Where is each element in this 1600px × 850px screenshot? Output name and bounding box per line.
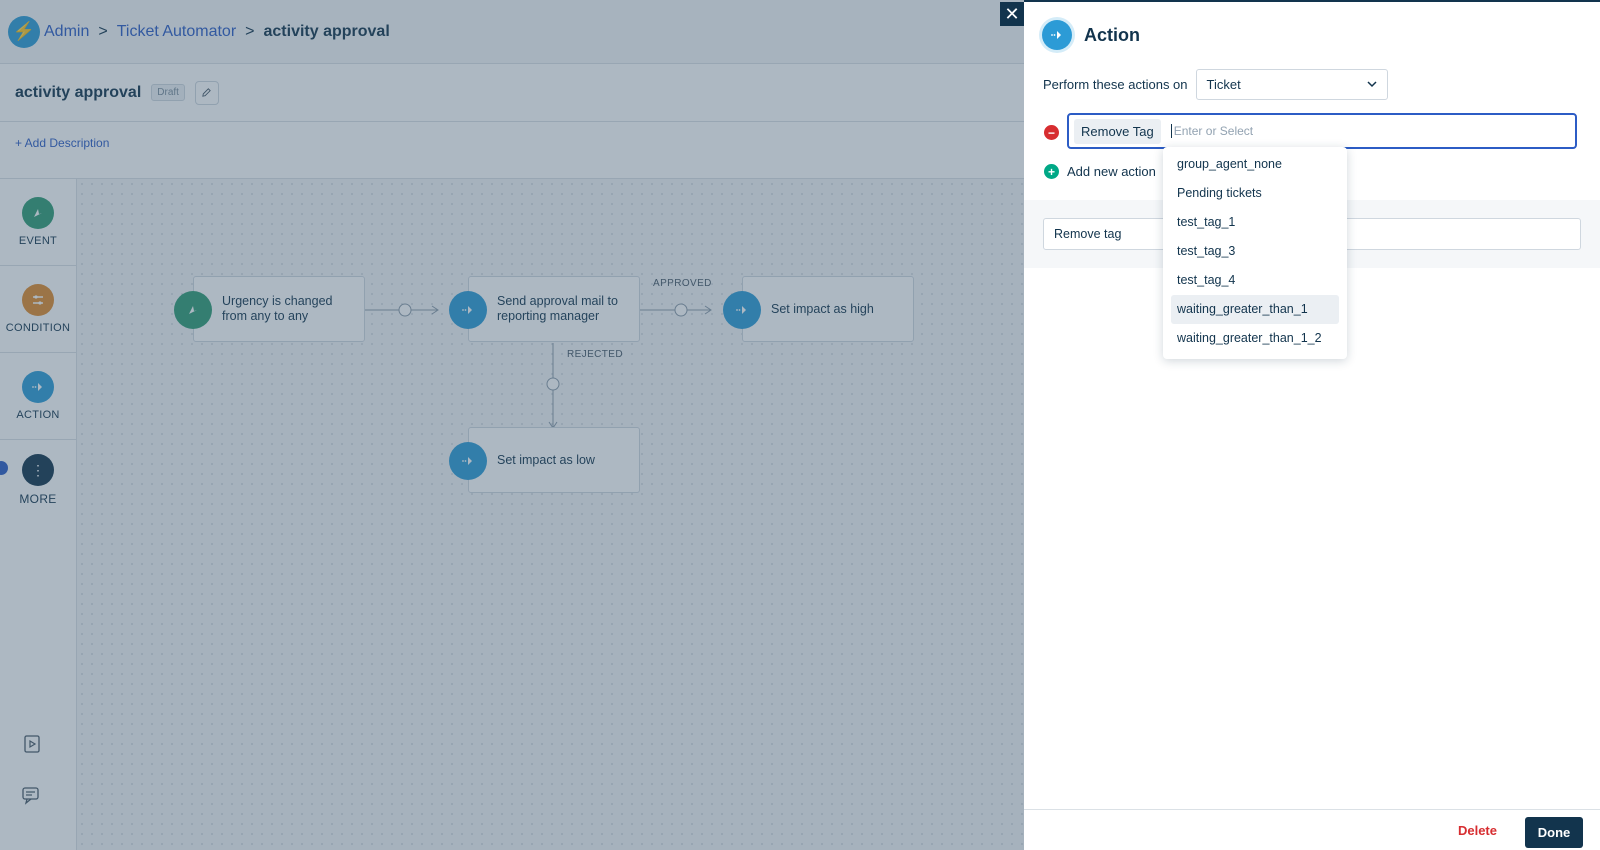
close-icon: ✕: [1004, 3, 1020, 24]
add-new-action[interactable]: + Add new action: [1044, 164, 1156, 179]
done-button[interactable]: Done: [1525, 817, 1583, 848]
dropdown-option[interactable]: waiting_greater_than_1_2: [1171, 324, 1339, 353]
perform-on-select[interactable]: Ticket: [1195, 69, 1388, 100]
plus-circle-icon: +: [1044, 164, 1059, 179]
arrow-right-icon: [1042, 20, 1072, 50]
panel-footer: Delete Done: [1024, 809, 1600, 850]
action-panel: Action Perform these actions on Ticket −…: [1024, 0, 1600, 850]
dropdown-option[interactable]: test_tag_3: [1171, 237, 1339, 266]
perform-label: Perform these actions on: [1043, 77, 1188, 92]
delete-button[interactable]: Delete: [1458, 823, 1497, 838]
modal-overlay[interactable]: [0, 0, 1024, 850]
tag-options-dropdown: group_agent_none Pending tickets test_ta…: [1163, 147, 1347, 359]
dropdown-option-highlighted[interactable]: waiting_greater_than_1: [1171, 295, 1339, 324]
chevron-down-icon: [1367, 79, 1377, 91]
perform-row: Perform these actions on Ticket: [1043, 69, 1388, 100]
perform-on-value: Ticket: [1206, 77, 1241, 92]
remove-action-icon[interactable]: −: [1044, 125, 1059, 140]
action-select-input[interactable]: Remove Tag Enter or Select: [1067, 113, 1577, 149]
panel-header: Action: [1042, 20, 1140, 50]
dropdown-option[interactable]: group_agent_none: [1171, 150, 1339, 179]
add-new-action-label: Add new action: [1067, 164, 1156, 179]
dropdown-option[interactable]: Pending tickets: [1171, 179, 1339, 208]
panel-title: Action: [1084, 24, 1140, 45]
dropdown-option[interactable]: test_tag_1: [1171, 208, 1339, 237]
dropdown-option[interactable]: test_tag_4: [1171, 266, 1339, 295]
close-panel-button[interactable]: ✕: [1000, 2, 1024, 26]
action-chip[interactable]: Remove Tag: [1074, 118, 1161, 144]
action-search-input[interactable]: Enter or Select: [1170, 124, 1253, 138]
